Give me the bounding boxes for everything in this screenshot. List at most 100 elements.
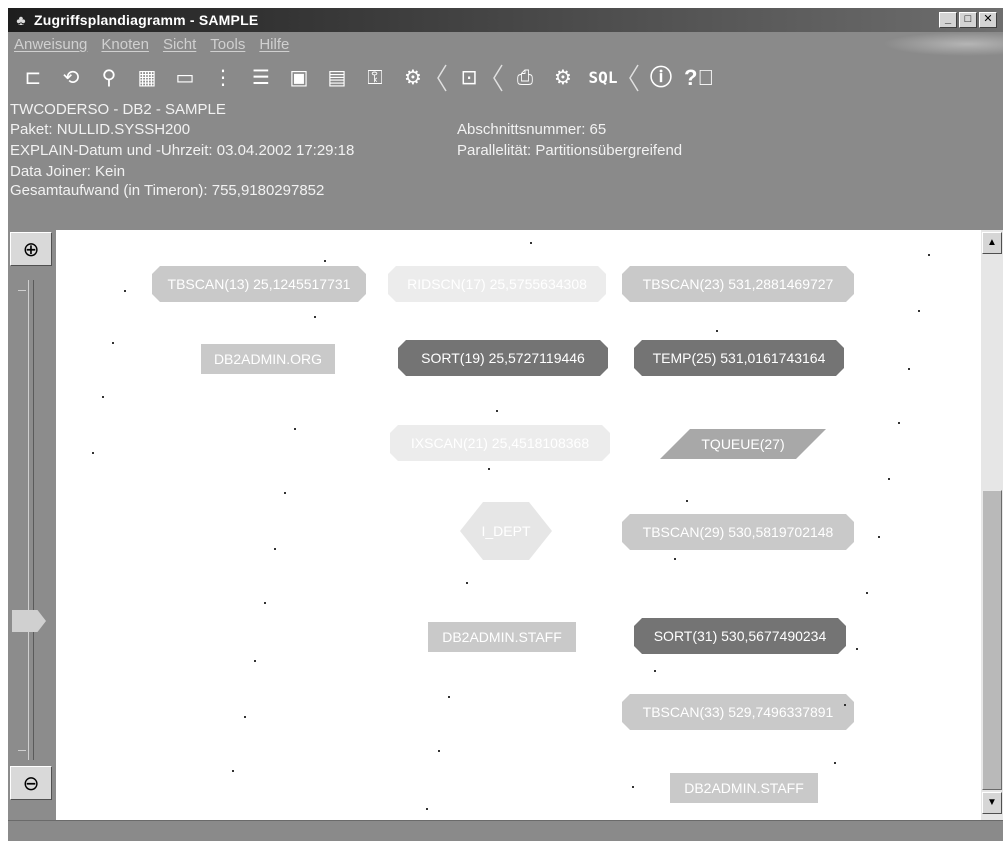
menu-knoten[interactable]: Knoten [101,36,149,53]
graph-dot [686,500,688,502]
tree-layout-icon[interactable]: ⊏ [18,63,48,93]
zoom-out-icon: ⊖ [22,772,40,795]
graph-dot [844,704,846,706]
graph-dot [314,316,316,318]
list-icon[interactable]: ☰ [246,63,276,93]
graph-dot [654,670,656,672]
package-label: Paket: NULLID.SYSSH200 [10,121,191,138]
data-joiner-label: Data Joiner: Kein [10,163,126,180]
node-sort-19[interactable]: SORT(19) 25,5727119446 [398,340,608,376]
graph-dot [112,342,114,344]
command-icon[interactable]: ▭ [170,63,200,93]
access-plan-window: ♣ Zugriffsplandiagramm - SAMPLE _ □ ✕ An… [8,8,1003,841]
plan-info-panel: TWCODERSO - DB2 - SAMPLE Paket: NULLID.S… [8,100,1003,230]
graph-dot [254,660,256,662]
node-tbscan-23[interactable]: TBSCAN(23) 531,2881469727 [622,266,854,302]
graph-dot [232,770,234,772]
graph-dot [488,468,490,470]
node-ixscan-21[interactable]: IXSCAN(21) 25,4518108368 [390,425,610,461]
graph-dot [898,422,900,424]
find-node-icon[interactable]: ⚲ [94,63,124,93]
scroll-up-button[interactable]: ▲ [982,232,1002,254]
menu-sicht[interactable]: Sicht [163,36,196,53]
vertical-scrollbar[interactable]: ▲ ▼ [981,230,1003,820]
settings-icon[interactable]: ⚙ [548,63,578,93]
graph-dot [284,492,286,494]
arrow-up-icon: ▲ [987,237,997,248]
zoom-in-icon: ⊕ [22,238,40,261]
zoom-out-button[interactable]: ⊖ [10,766,52,800]
node-table-db2admin-staff[interactable]: DB2ADMIN.STAFF [428,622,576,652]
graph-dot [632,786,634,788]
menu-hilfe[interactable]: Hilfe [259,36,289,53]
graph-dot [878,536,880,538]
arrow-down-icon: ▼ [987,797,997,808]
key-icon[interactable]: ⚿ [360,63,390,93]
zoom-tick [18,290,26,291]
scrollbar-thumb[interactable] [982,490,1002,790]
graph-dot [294,428,296,430]
graph-dot [244,716,246,718]
brand-logo [883,32,1003,56]
minimize-button[interactable]: _ [939,12,957,28]
node-tbscan-13[interactable]: TBSCAN(13) 25,1245517731 [152,266,366,302]
window-icon[interactable]: ⊡ [454,63,484,93]
access-plan-graph: TBSCAN(13) 25,1245517731 RIDSCN(17) 25,5… [56,230,981,820]
print-icon[interactable]: ⎙ [510,63,540,93]
statistics-icon[interactable]: ▦ [132,63,162,93]
tools-icon[interactable]: ⚙ [398,63,428,93]
separator-icon [437,64,447,92]
node-tbscan-29[interactable]: TBSCAN(29) 530,5819702148 [622,514,854,550]
graph-dot [426,808,428,810]
separator-icon [629,64,639,92]
graph-dot [92,452,94,454]
node-table-db2admin-staff-2[interactable]: DB2ADMIN.STAFF [670,773,818,803]
title-bar: ♣ Zugriffsplandiagramm - SAMPLE _ □ ✕ [8,8,1003,32]
node-sort-31[interactable]: SORT(31) 530,5677490234 [634,618,846,654]
graph-dot [908,368,910,370]
graph-dot [102,396,104,398]
window-title: Zugriffsplandiagramm - SAMPLE [34,12,259,28]
zoom-in-button[interactable]: ⊕ [10,232,52,266]
graph-dot [438,750,440,752]
graph-dot [124,290,126,292]
scroll-down-button[interactable]: ▼ [982,792,1002,814]
graph-dot [674,558,676,560]
parallelism-label: Parallelität: Partitionsübergreifend [457,142,683,159]
zoom-slider-panel: ⊕ ⊖ [8,230,56,820]
graph-dot [264,602,266,604]
menu-tools[interactable]: Tools [210,36,245,53]
zoom-track[interactable] [28,280,34,760]
close-button[interactable]: ✕ [979,12,997,28]
menu-anweisung[interactable]: Anweisung [14,36,87,53]
sql-button[interactable]: SQL [586,63,620,93]
status-bar [8,820,1003,841]
graph-dot [928,254,930,256]
explain-date-label: EXPLAIN-Datum und -Uhrzeit: 03.04.2002 1… [10,142,355,159]
node-ridscn-17[interactable]: RIDSCN(17) 25,5755634308 [388,266,606,302]
total-cost-label: Gesamtaufwand (in Timeron): 755,91802978… [10,182,325,199]
graph-dot [530,242,532,244]
node-tbscan-33[interactable]: TBSCAN(33) 529,7496337891 [622,694,854,730]
graph-dot [716,330,718,332]
node-temp-25[interactable]: TEMP(25) 531,0161743164 [634,340,844,376]
help-icon[interactable]: ?⃝ [684,63,714,93]
monitor-icon[interactable]: ▣ [284,63,314,93]
graph-dot [274,548,276,550]
graph-dot [324,260,326,262]
maximize-button[interactable]: □ [959,12,977,28]
graph-dot [496,410,498,412]
hierarchy-icon[interactable]: ⋮ [208,63,238,93]
graph-dot [888,478,890,480]
node-index-i-dept[interactable]: I_DEPT [460,502,552,560]
document-icon[interactable]: ▤ [322,63,352,93]
info-icon[interactable]: ⓘ [646,63,676,93]
refresh-icon[interactable]: ⟲ [56,63,86,93]
menu-bar: Anweisung Knoten Sicht Tools Hilfe [8,32,1003,56]
node-table-db2admin-org[interactable]: DB2ADMIN.ORG [201,344,335,374]
database-label: TWCODERSO - DB2 - SAMPLE [10,101,226,118]
graph-dot [856,648,858,650]
section-number-label: Abschnittsnummer: 65 [457,121,607,138]
node-tqueue-27[interactable]: TQUEUE(27) [660,429,826,459]
zoom-slider-thumb[interactable] [12,610,46,632]
